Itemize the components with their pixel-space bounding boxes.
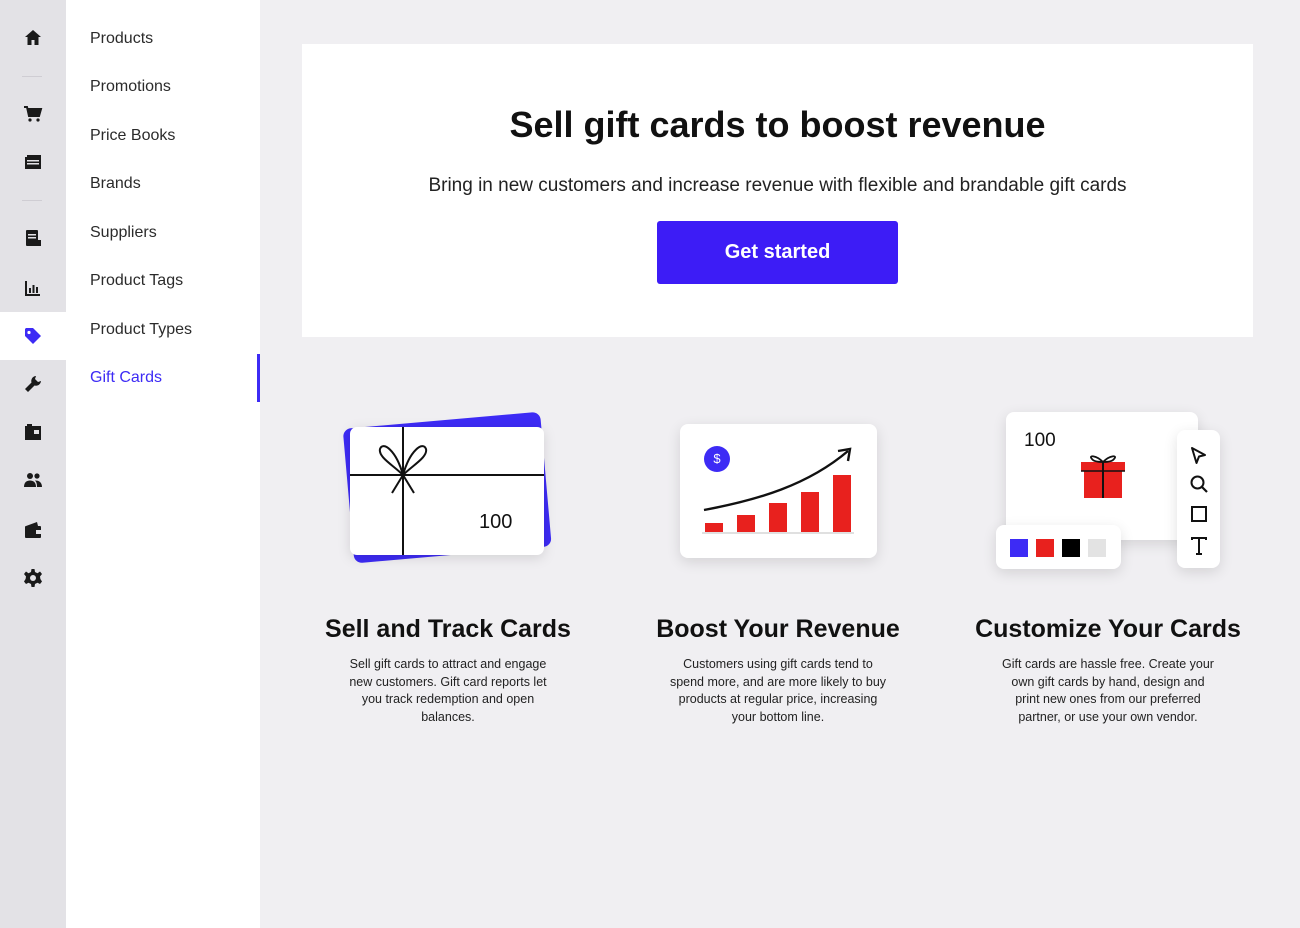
gift-cards-hero: Sell gift cards to boost revenue Bring i… [302, 44, 1253, 337]
subnav-item-promotions[interactable]: Promotions [66, 63, 260, 111]
feature-boost-revenue: $ Boost Your Revenue Customers using gif… [628, 395, 928, 724]
color-swatch-red[interactable] [1036, 539, 1054, 557]
icon-rail [0, 0, 66, 928]
pointer-icon[interactable] [1189, 446, 1209, 466]
subnav-item-price-books[interactable]: Price Books [66, 112, 260, 160]
nav-reports[interactable] [0, 264, 66, 312]
gift-card-illustration: 100 [298, 395, 598, 585]
growth-bar [833, 475, 851, 532]
color-swatch-blue[interactable] [1010, 539, 1028, 557]
nav-sell[interactable] [0, 90, 66, 138]
subnav-item-label: Gift Cards [90, 369, 163, 386]
gift-card-value: 100 [479, 511, 513, 533]
customize-illustration: 100 [958, 395, 1258, 585]
nav-register[interactable] [0, 138, 66, 186]
nav-setup[interactable] [0, 360, 66, 408]
cart-icon [24, 106, 43, 122]
subnav-item-label: Promotions [90, 78, 171, 95]
customers-icon [24, 473, 42, 487]
subnav-item-label: Brands [90, 175, 141, 192]
search-icon[interactable] [1189, 474, 1209, 494]
wrench-icon [25, 376, 41, 392]
subnav-item-suppliers[interactable]: Suppliers [66, 209, 260, 257]
trend-arrow [703, 450, 849, 512]
subnav-item-products[interactable]: Products [66, 15, 260, 63]
nav-payments[interactable] [0, 506, 66, 554]
tag-icon [25, 328, 41, 344]
nav-settings[interactable] [0, 554, 66, 602]
subnav-item-label: Products [90, 30, 154, 47]
subnav-item-product-tags[interactable]: Product Tags [66, 257, 260, 305]
growth-bar [737, 515, 755, 532]
feature-sell-track: 100 Sell and Track Cards Sell gift cards… [298, 395, 598, 724]
color-swatch-gray[interactable] [1088, 539, 1106, 557]
rail-divider [22, 76, 42, 77]
subnav-item-label: Product Tags [90, 272, 184, 289]
nav-inventory[interactable] [0, 408, 66, 456]
rail-divider [22, 200, 42, 201]
feature-description: Gift cards are hassle free. Create your … [1002, 657, 1214, 724]
register-icon [25, 155, 41, 169]
feature-customize: 100 Customize Your Cards Gift cards are … [958, 395, 1258, 724]
subnav-item-label: Suppliers [90, 224, 157, 241]
nav-home[interactable] [0, 14, 66, 62]
subnav-item-label: Product Types [90, 321, 192, 338]
subnav-item-gift-cards[interactable]: Gift Cards [66, 354, 260, 402]
nav-customers[interactable] [0, 456, 66, 504]
hero-title: Sell gift cards to boost revenue [509, 104, 1046, 145]
feature-title: Sell and Track Cards [325, 615, 571, 643]
nav-sales-ledger[interactable] [0, 214, 66, 262]
subnav-item-brands[interactable]: Brands [66, 160, 260, 208]
reports-icon [25, 281, 40, 296]
inventory-icon [25, 424, 41, 440]
home-icon [25, 30, 41, 45]
wallet-icon [25, 522, 41, 538]
settings-icon [24, 569, 42, 587]
get-started-button[interactable]: Get started [657, 221, 898, 284]
document-icon [26, 230, 41, 246]
feature-title: Customize Your Cards [975, 615, 1241, 643]
gift-card-graphic [343, 412, 552, 563]
growth-bar [801, 492, 819, 532]
feature-title: Boost Your Revenue [656, 615, 900, 643]
text-icon[interactable] [1189, 536, 1209, 556]
catalog-subnav: Products Promotions Price Books Brands S… [66, 0, 260, 928]
growth-bar [769, 503, 787, 532]
color-swatch-black[interactable] [1062, 539, 1080, 557]
revenue-illustration: $ [628, 395, 928, 585]
subnav-item-product-types[interactable]: Product Types [66, 306, 260, 354]
feature-description: Customers using gift cards tend to spend… [669, 657, 887, 724]
rectangle-icon[interactable] [1189, 504, 1209, 524]
revenue-growth-chart [702, 447, 854, 534]
subnav-item-label: Price Books [90, 127, 176, 144]
nav-catalog[interactable] [0, 312, 66, 360]
hero-subtitle: Bring in new customers and increase reve… [428, 175, 1127, 196]
growth-bar [705, 523, 723, 532]
feature-description: Sell gift cards to attract and engage ne… [349, 657, 547, 724]
